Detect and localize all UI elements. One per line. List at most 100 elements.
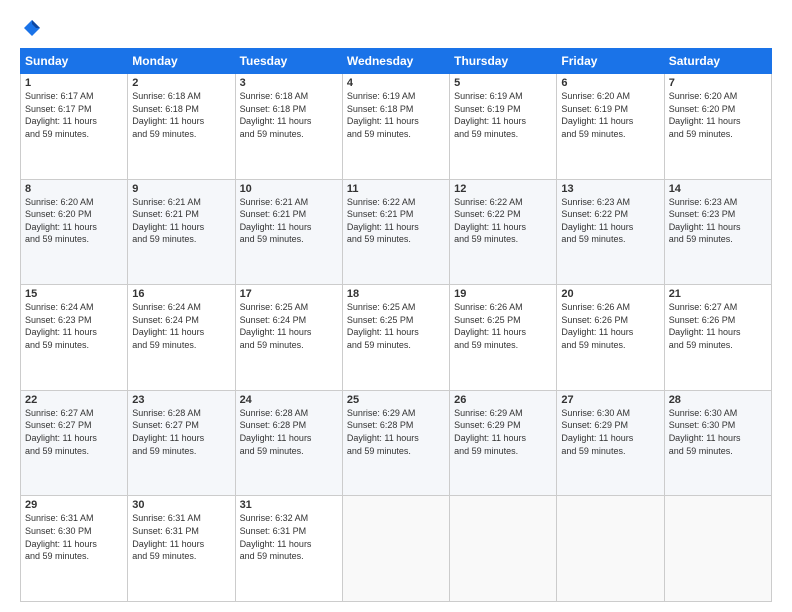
calendar-cell: 1Sunrise: 6:17 AMSunset: 6:17 PMDaylight… (21, 74, 128, 180)
day-number: 18 (347, 288, 445, 300)
day-info: Sunrise: 6:29 AMSunset: 6:28 PMDaylight:… (347, 407, 445, 457)
day-info: Sunrise: 6:25 AMSunset: 6:25 PMDaylight:… (347, 301, 445, 351)
day-info: Sunrise: 6:18 AMSunset: 6:18 PMDaylight:… (240, 90, 338, 140)
calendar-cell: 5Sunrise: 6:19 AMSunset: 6:19 PMDaylight… (450, 74, 557, 180)
calendar-cell: 10Sunrise: 6:21 AMSunset: 6:21 PMDayligh… (235, 179, 342, 285)
day-number: 17 (240, 288, 338, 300)
day-number: 5 (454, 77, 552, 89)
day-number: 9 (132, 183, 230, 195)
calendar-cell: 31Sunrise: 6:32 AMSunset: 6:31 PMDayligh… (235, 496, 342, 602)
day-number: 23 (132, 394, 230, 406)
day-info: Sunrise: 6:31 AMSunset: 6:31 PMDaylight:… (132, 512, 230, 562)
calendar-cell: 25Sunrise: 6:29 AMSunset: 6:28 PMDayligh… (342, 390, 449, 496)
calendar-cell: 12Sunrise: 6:22 AMSunset: 6:22 PMDayligh… (450, 179, 557, 285)
calendar-cell: 30Sunrise: 6:31 AMSunset: 6:31 PMDayligh… (128, 496, 235, 602)
day-info: Sunrise: 6:21 AMSunset: 6:21 PMDaylight:… (132, 196, 230, 246)
weekday-header-tuesday: Tuesday (235, 49, 342, 74)
day-info: Sunrise: 6:24 AMSunset: 6:23 PMDaylight:… (25, 301, 123, 351)
day-info: Sunrise: 6:24 AMSunset: 6:24 PMDaylight:… (132, 301, 230, 351)
day-number: 12 (454, 183, 552, 195)
day-info: Sunrise: 6:30 AMSunset: 6:29 PMDaylight:… (561, 407, 659, 457)
day-number: 14 (669, 183, 767, 195)
calendar-cell: 4Sunrise: 6:19 AMSunset: 6:18 PMDaylight… (342, 74, 449, 180)
calendar-cell: 8Sunrise: 6:20 AMSunset: 6:20 PMDaylight… (21, 179, 128, 285)
page-header (20, 18, 772, 38)
day-number: 20 (561, 288, 659, 300)
calendar-cell: 28Sunrise: 6:30 AMSunset: 6:30 PMDayligh… (664, 390, 771, 496)
day-number: 1 (25, 77, 123, 89)
calendar-cell: 7Sunrise: 6:20 AMSunset: 6:20 PMDaylight… (664, 74, 771, 180)
calendar-week-4: 22Sunrise: 6:27 AMSunset: 6:27 PMDayligh… (21, 390, 772, 496)
calendar-cell: 14Sunrise: 6:23 AMSunset: 6:23 PMDayligh… (664, 179, 771, 285)
day-number: 25 (347, 394, 445, 406)
calendar-cell: 2Sunrise: 6:18 AMSunset: 6:18 PMDaylight… (128, 74, 235, 180)
day-info: Sunrise: 6:29 AMSunset: 6:29 PMDaylight:… (454, 407, 552, 457)
calendar-cell: 11Sunrise: 6:22 AMSunset: 6:21 PMDayligh… (342, 179, 449, 285)
calendar-cell: 22Sunrise: 6:27 AMSunset: 6:27 PMDayligh… (21, 390, 128, 496)
weekday-header-monday: Monday (128, 49, 235, 74)
day-info: Sunrise: 6:18 AMSunset: 6:18 PMDaylight:… (132, 90, 230, 140)
weekday-header-saturday: Saturday (664, 49, 771, 74)
day-info: Sunrise: 6:27 AMSunset: 6:27 PMDaylight:… (25, 407, 123, 457)
calendar-cell: 26Sunrise: 6:29 AMSunset: 6:29 PMDayligh… (450, 390, 557, 496)
day-number: 11 (347, 183, 445, 195)
calendar-cell: 20Sunrise: 6:26 AMSunset: 6:26 PMDayligh… (557, 285, 664, 391)
day-number: 7 (669, 77, 767, 89)
calendar-cell: 27Sunrise: 6:30 AMSunset: 6:29 PMDayligh… (557, 390, 664, 496)
calendar-cell: 17Sunrise: 6:25 AMSunset: 6:24 PMDayligh… (235, 285, 342, 391)
day-number: 24 (240, 394, 338, 406)
day-number: 27 (561, 394, 659, 406)
day-info: Sunrise: 6:32 AMSunset: 6:31 PMDaylight:… (240, 512, 338, 562)
day-info: Sunrise: 6:17 AMSunset: 6:17 PMDaylight:… (25, 90, 123, 140)
calendar-week-5: 29Sunrise: 6:31 AMSunset: 6:30 PMDayligh… (21, 496, 772, 602)
day-info: Sunrise: 6:20 AMSunset: 6:20 PMDaylight:… (25, 196, 123, 246)
calendar-week-1: 1Sunrise: 6:17 AMSunset: 6:17 PMDaylight… (21, 74, 772, 180)
calendar-cell (450, 496, 557, 602)
calendar-table: SundayMondayTuesdayWednesdayThursdayFrid… (20, 48, 772, 602)
calendar-cell: 29Sunrise: 6:31 AMSunset: 6:30 PMDayligh… (21, 496, 128, 602)
day-info: Sunrise: 6:22 AMSunset: 6:22 PMDaylight:… (454, 196, 552, 246)
day-info: Sunrise: 6:28 AMSunset: 6:28 PMDaylight:… (240, 407, 338, 457)
day-number: 16 (132, 288, 230, 300)
calendar-cell: 9Sunrise: 6:21 AMSunset: 6:21 PMDaylight… (128, 179, 235, 285)
calendar-cell: 3Sunrise: 6:18 AMSunset: 6:18 PMDaylight… (235, 74, 342, 180)
calendar-cell (557, 496, 664, 602)
weekday-header-friday: Friday (557, 49, 664, 74)
day-number: 15 (25, 288, 123, 300)
calendar-cell: 13Sunrise: 6:23 AMSunset: 6:22 PMDayligh… (557, 179, 664, 285)
logo (20, 18, 42, 38)
day-info: Sunrise: 6:19 AMSunset: 6:18 PMDaylight:… (347, 90, 445, 140)
calendar-cell: 19Sunrise: 6:26 AMSunset: 6:25 PMDayligh… (450, 285, 557, 391)
day-number: 19 (454, 288, 552, 300)
calendar-week-2: 8Sunrise: 6:20 AMSunset: 6:20 PMDaylight… (21, 179, 772, 285)
calendar-cell: 15Sunrise: 6:24 AMSunset: 6:23 PMDayligh… (21, 285, 128, 391)
day-info: Sunrise: 6:23 AMSunset: 6:22 PMDaylight:… (561, 196, 659, 246)
calendar-cell: 6Sunrise: 6:20 AMSunset: 6:19 PMDaylight… (557, 74, 664, 180)
day-number: 2 (132, 77, 230, 89)
day-info: Sunrise: 6:27 AMSunset: 6:26 PMDaylight:… (669, 301, 767, 351)
day-info: Sunrise: 6:20 AMSunset: 6:20 PMDaylight:… (669, 90, 767, 140)
calendar-cell: 24Sunrise: 6:28 AMSunset: 6:28 PMDayligh… (235, 390, 342, 496)
weekday-header-row: SundayMondayTuesdayWednesdayThursdayFrid… (21, 49, 772, 74)
calendar-cell: 21Sunrise: 6:27 AMSunset: 6:26 PMDayligh… (664, 285, 771, 391)
day-number: 30 (132, 499, 230, 511)
day-number: 10 (240, 183, 338, 195)
day-number: 28 (669, 394, 767, 406)
calendar-body: 1Sunrise: 6:17 AMSunset: 6:17 PMDaylight… (21, 74, 772, 602)
day-info: Sunrise: 6:23 AMSunset: 6:23 PMDaylight:… (669, 196, 767, 246)
day-number: 13 (561, 183, 659, 195)
day-info: Sunrise: 6:21 AMSunset: 6:21 PMDaylight:… (240, 196, 338, 246)
day-info: Sunrise: 6:26 AMSunset: 6:26 PMDaylight:… (561, 301, 659, 351)
day-number: 26 (454, 394, 552, 406)
day-info: Sunrise: 6:20 AMSunset: 6:19 PMDaylight:… (561, 90, 659, 140)
weekday-header-thursday: Thursday (450, 49, 557, 74)
day-info: Sunrise: 6:25 AMSunset: 6:24 PMDaylight:… (240, 301, 338, 351)
day-number: 22 (25, 394, 123, 406)
calendar-cell: 18Sunrise: 6:25 AMSunset: 6:25 PMDayligh… (342, 285, 449, 391)
weekday-header-wednesday: Wednesday (342, 49, 449, 74)
day-info: Sunrise: 6:30 AMSunset: 6:30 PMDaylight:… (669, 407, 767, 457)
day-number: 29 (25, 499, 123, 511)
day-info: Sunrise: 6:19 AMSunset: 6:19 PMDaylight:… (454, 90, 552, 140)
calendar-week-3: 15Sunrise: 6:24 AMSunset: 6:23 PMDayligh… (21, 285, 772, 391)
day-info: Sunrise: 6:26 AMSunset: 6:25 PMDaylight:… (454, 301, 552, 351)
